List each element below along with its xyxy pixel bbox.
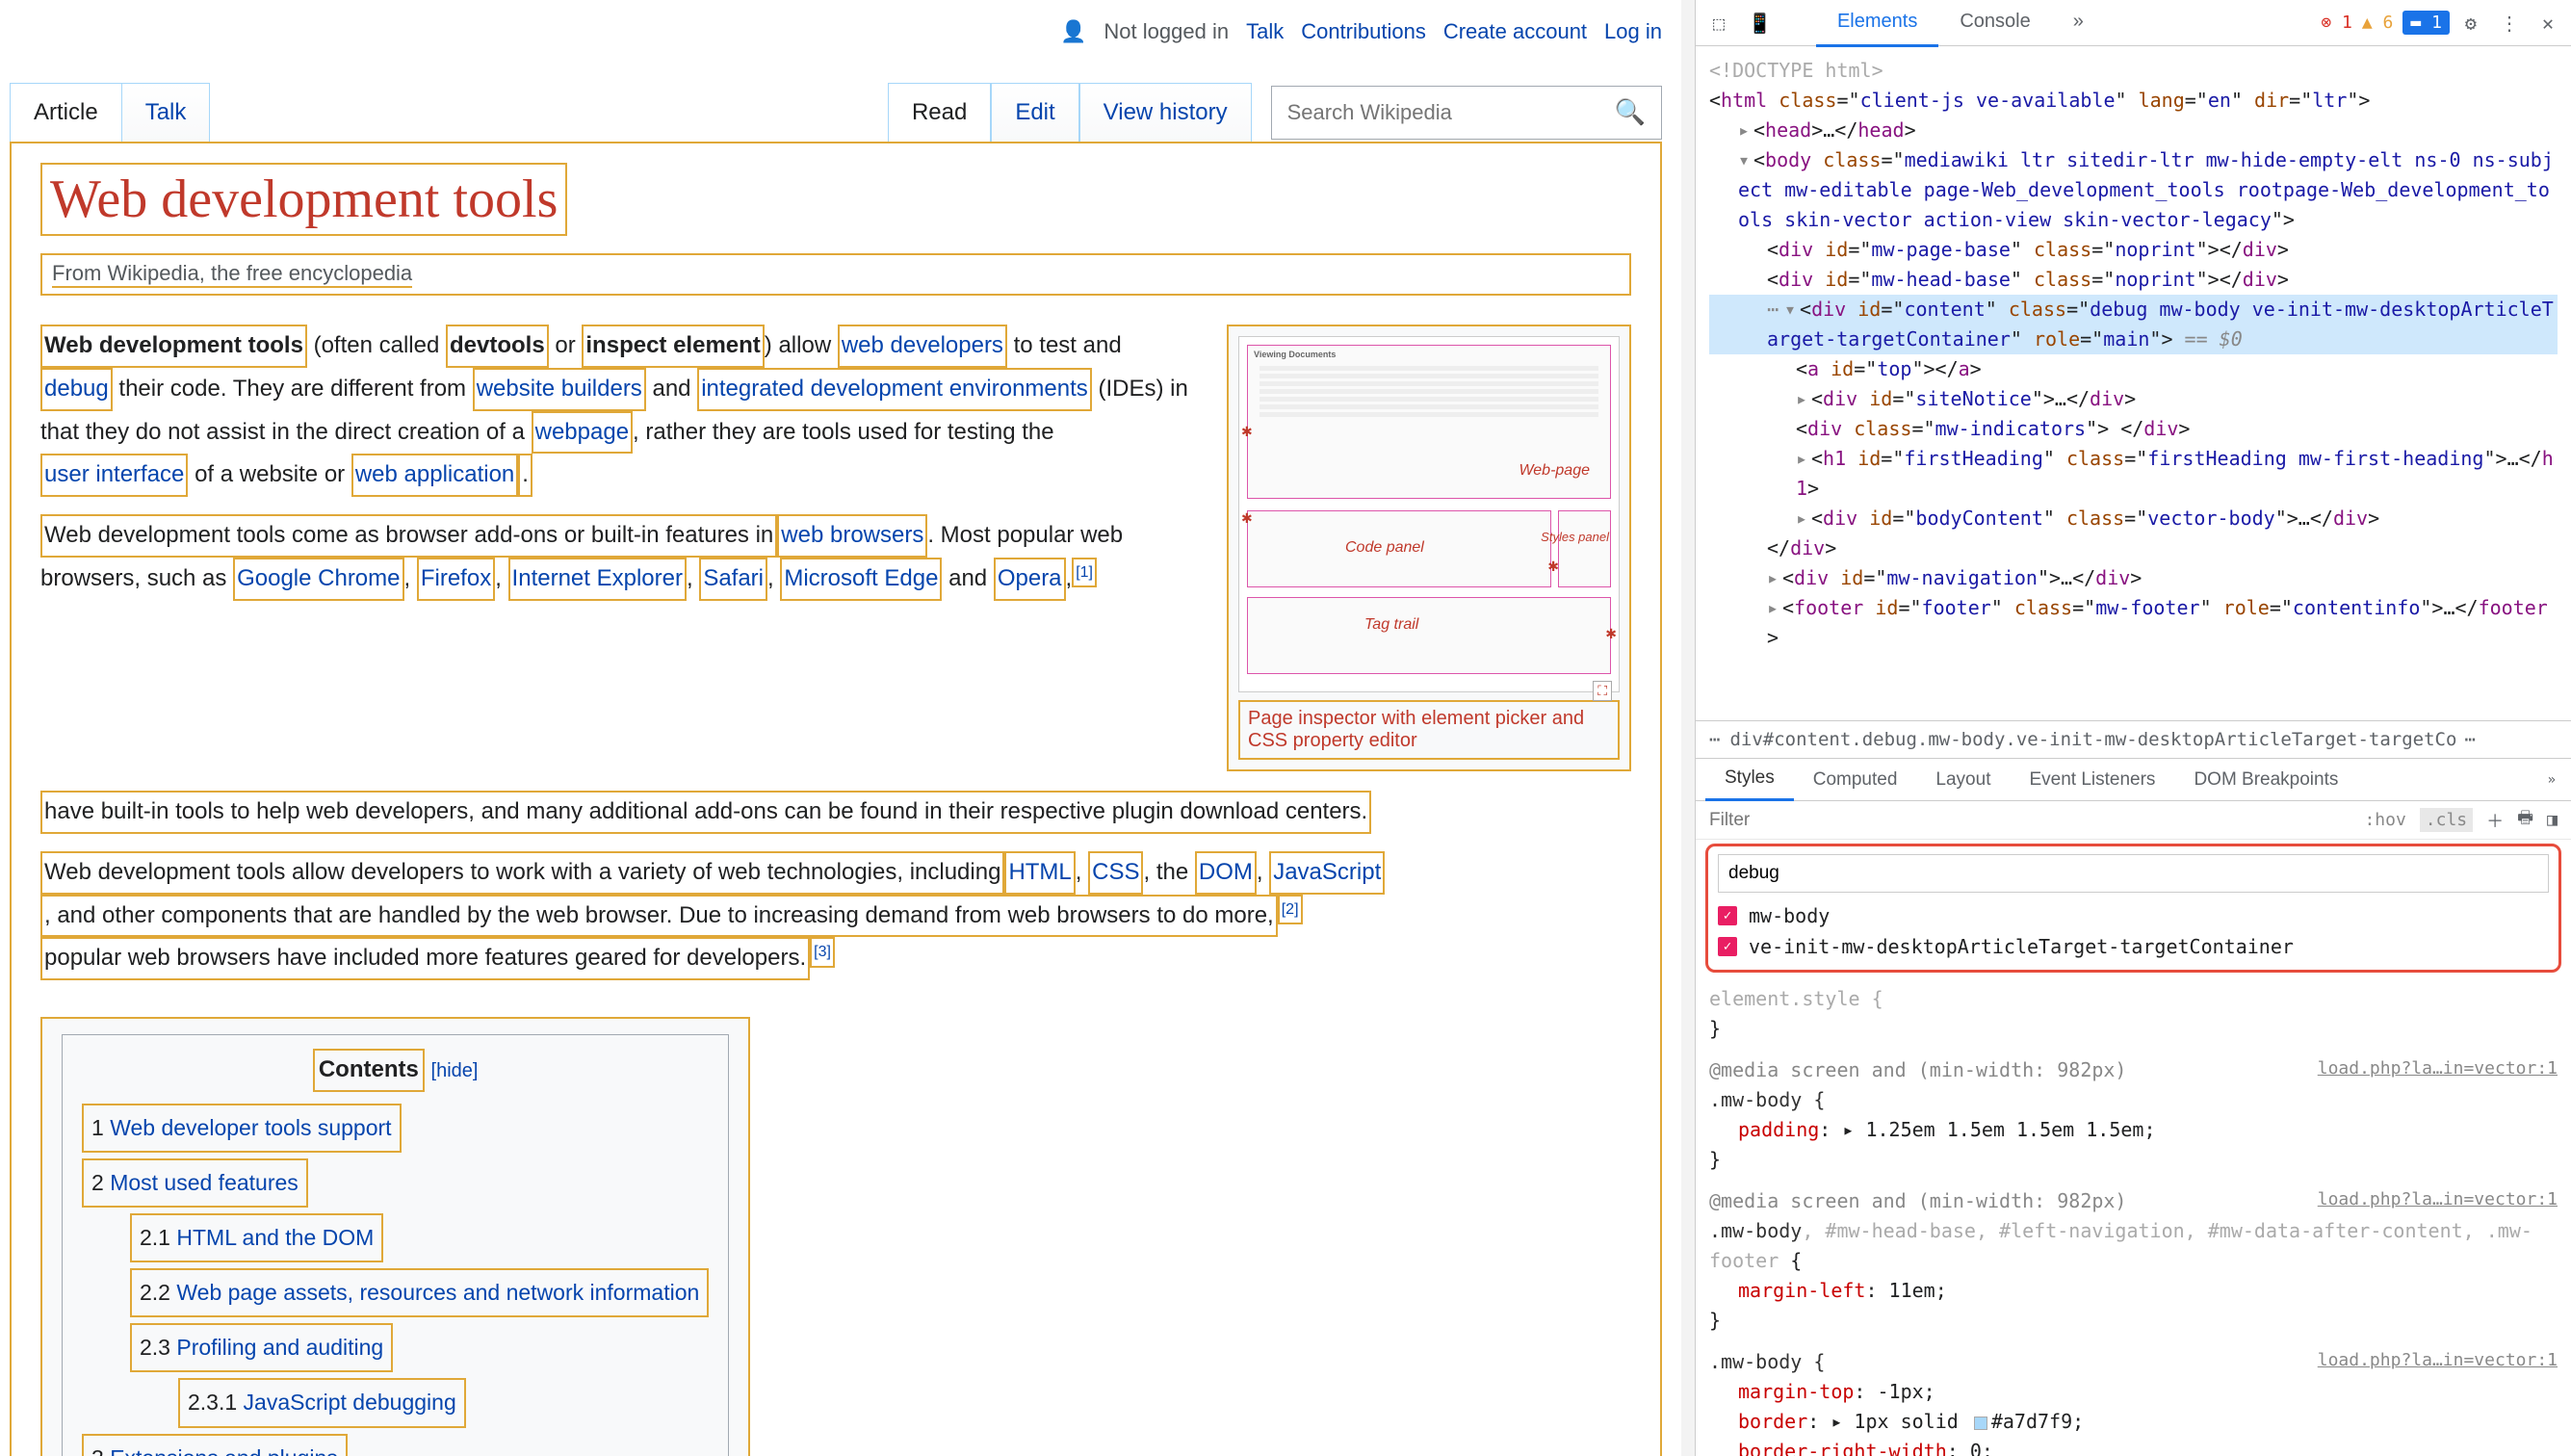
styles-filter-row: :hov .cls ＋ 🖶 ◨ bbox=[1696, 801, 2571, 840]
dom-head-base[interactable]: <div id="mw-head-base" class="noprint"><… bbox=[1709, 265, 2558, 295]
not-logged-in-text: Not logged in bbox=[1104, 19, 1229, 44]
toc-hide-link[interactable]: [hide] bbox=[431, 1060, 479, 1081]
toggle-pane-icon[interactable]: ◨ bbox=[2547, 810, 2558, 830]
device-toggle-icon[interactable]: 📱 bbox=[1740, 6, 1779, 40]
styles-tab-events[interactable]: Event Listeners bbox=[2010, 760, 2174, 800]
styles-tab-more-icon[interactable]: » bbox=[2542, 767, 2561, 793]
expand-icon[interactable]: ⛶ bbox=[1593, 681, 1612, 701]
rule-mw-body-media[interactable]: load.php?la…in=vector:1 @media screen an… bbox=[1709, 1055, 2558, 1175]
user-icon: 👤 bbox=[1060, 19, 1086, 44]
infobox: Viewing Documents Web-page Code panel St… bbox=[1227, 325, 1631, 771]
toc-header: Contents [hide] bbox=[82, 1049, 709, 1092]
personal-link-create-account[interactable]: Create account bbox=[1443, 19, 1587, 44]
paragraph-3: Web development tools allow developers t… bbox=[40, 851, 1631, 980]
styles-tabs: Styles Computed Layout Event Listeners D… bbox=[1696, 759, 2571, 801]
personal-link-login[interactable]: Log in bbox=[1604, 19, 1662, 44]
toc: Contents [hide] 1 Web developer tools su… bbox=[40, 1017, 750, 1456]
tab-view-history[interactable]: View history bbox=[1079, 83, 1252, 142]
infobox-caption: ⛶ Page inspector with element picker and… bbox=[1238, 700, 1620, 760]
rule-mw-body-border[interactable]: load.php?la…in=vector:1 .mw-body { margi… bbox=[1709, 1347, 2558, 1456]
breadcrumb[interactable]: ⋯ div#content.debug.mw-body.ve-init-mw-d… bbox=[1696, 720, 2571, 759]
toc-item[interactable]: 3 Extensions and plugins bbox=[82, 1434, 348, 1456]
devtools-toolbar: ⬚ 📱 Elements Console » ⊗ 1 ▲ 6 ▬ 1 ⚙ ⋮ ✕ bbox=[1696, 0, 2571, 46]
personal-link-talk[interactable]: Talk bbox=[1246, 19, 1284, 44]
tab-talk[interactable]: Talk bbox=[122, 83, 211, 142]
devtools-panel: ⬚ 📱 Elements Console » ⊗ 1 ▲ 6 ▬ 1 ⚙ ⋮ ✕… bbox=[1695, 0, 2571, 1456]
rule-source-link[interactable]: load.php?la…in=vector:1 bbox=[2318, 1347, 2558, 1374]
dom-indicators[interactable]: <div class="mw-indicators"> </div> bbox=[1709, 414, 2558, 444]
devtools-tab-console[interactable]: Console bbox=[1938, 0, 2051, 47]
article-content: Web development tools From Wikipedia, th… bbox=[10, 142, 1662, 1456]
dom-html[interactable]: <html class="client-js ve-available" lan… bbox=[1709, 86, 2558, 116]
dom-doctype[interactable]: <!DOCTYPE html> bbox=[1709, 56, 2558, 86]
rule-source-link[interactable]: load.php?la…in=vector:1 bbox=[2318, 1055, 2558, 1082]
styles-tab-computed[interactable]: Computed bbox=[1794, 760, 1917, 800]
toc-item[interactable]: 2.2 Web page assets, resources and netwo… bbox=[130, 1268, 709, 1317]
inspect-element-icon[interactable]: ⬚ bbox=[1705, 6, 1732, 40]
dom-body[interactable]: ▾<body class="mediawiki ltr sitedir-ltr … bbox=[1709, 145, 2558, 235]
search-input[interactable] bbox=[1272, 87, 1599, 139]
page-title: Web development tools bbox=[40, 163, 567, 236]
rule-source-link[interactable]: load.php?la…in=vector:1 bbox=[2318, 1186, 2558, 1213]
tagline: From Wikipedia, the free encyclopedia bbox=[40, 253, 1631, 296]
tab-article[interactable]: Article bbox=[10, 83, 122, 142]
page-tabs-row: Article Talk Read Edit View history 🔍 bbox=[10, 83, 1662, 142]
class-editor-panel: ✓ mw-body ✓ ve-init-mw-desktopArticleTar… bbox=[1705, 844, 2561, 973]
dom-head[interactable]: ▸<head>…</head> bbox=[1709, 116, 2558, 145]
class-editor-input[interactable] bbox=[1718, 854, 2549, 893]
dom-bodycontent[interactable]: ▸<div id="bodyContent" class="vector-bod… bbox=[1709, 504, 2558, 533]
search-icon: 🔍 bbox=[1615, 97, 1646, 126]
dom-h1[interactable]: ▸<h1 id="firstHeading" class="firstHeadi… bbox=[1709, 444, 2558, 504]
cls-toggle[interactable]: .cls bbox=[2420, 808, 2473, 832]
dom-content-close[interactable]: </div> bbox=[1709, 533, 2558, 563]
styles-filter-input[interactable] bbox=[1709, 810, 2350, 831]
toc-item[interactable]: 2.3 Profiling and auditing bbox=[130, 1323, 393, 1372]
personal-link-contributions[interactable]: Contributions bbox=[1301, 19, 1426, 44]
class-item-ve-init[interactable]: ✓ ve-init-mw-desktopArticleTarget-target… bbox=[1718, 931, 2549, 962]
toc-item[interactable]: 2.3.1 JavaScript debugging bbox=[178, 1378, 466, 1427]
devtools-tab-more[interactable]: » bbox=[2052, 0, 2105, 47]
toc-item[interactable]: 2 Most used features bbox=[82, 1158, 308, 1208]
styles-tab-styles[interactable]: Styles bbox=[1705, 758, 1794, 801]
styles-tab-dom-bp[interactable]: DOM Breakpoints bbox=[2174, 760, 2357, 800]
rule-margin-left[interactable]: load.php?la…in=vector:1 @media screen an… bbox=[1709, 1186, 2558, 1336]
dom-page-base[interactable]: <div id="mw-page-base" class="noprint"><… bbox=[1709, 235, 2558, 265]
personal-bar: 👤 Not logged in Talk Contributions Creat… bbox=[10, 0, 1662, 54]
dom-content-selected[interactable]: ⋯▾<div id="content" class="debug mw-body… bbox=[1709, 295, 2558, 354]
dom-navigation[interactable]: ▸<div id="mw-navigation">…</div> bbox=[1709, 563, 2558, 593]
devtools-tab-elements[interactable]: Elements bbox=[1816, 0, 1938, 47]
class-item-mw-body[interactable]: ✓ mw-body bbox=[1718, 900, 2549, 931]
tab-edit[interactable]: Edit bbox=[991, 83, 1078, 142]
search-button[interactable]: 🔍 bbox=[1599, 88, 1661, 137]
devtools-badges: ⊗ 1 ▲ 6 ▬ 1 bbox=[2321, 11, 2450, 35]
checkbox-icon[interactable]: ✓ bbox=[1718, 906, 1737, 925]
error-badge[interactable]: ⊗ 1 bbox=[2321, 13, 2352, 33]
rule-element-style[interactable]: element.style { } bbox=[1709, 984, 2558, 1044]
infobox-image[interactable]: Viewing Documents Web-page Code panel St… bbox=[1238, 336, 1620, 692]
toc-item[interactable]: 1 Web developer tools support bbox=[82, 1104, 402, 1153]
warning-badge[interactable]: ▲ 6 bbox=[2362, 13, 2394, 33]
dom-sitenotice[interactable]: ▸<div id="siteNotice">…</div> bbox=[1709, 384, 2558, 414]
styles-rules[interactable]: element.style { } load.php?la…in=vector:… bbox=[1696, 976, 2571, 1456]
more-menu-icon[interactable]: ⋮ bbox=[2492, 6, 2527, 40]
tab-read[interactable]: Read bbox=[888, 83, 991, 142]
wikipedia-page: 👤 Not logged in Talk Contributions Creat… bbox=[0, 0, 1695, 1456]
checkbox-icon[interactable]: ✓ bbox=[1718, 937, 1737, 956]
search-box: 🔍 bbox=[1271, 86, 1662, 140]
info-badge[interactable]: ▬ 1 bbox=[2402, 11, 2450, 35]
dom-top-anchor[interactable]: <a id="top"></a> bbox=[1709, 354, 2558, 384]
hov-toggle[interactable]: :hov bbox=[2364, 810, 2405, 830]
settings-icon[interactable]: ⚙ bbox=[2457, 6, 2484, 40]
dom-tree[interactable]: <!DOCTYPE html> <html class="client-js v… bbox=[1696, 46, 2571, 720]
print-icon[interactable]: 🖶 bbox=[2517, 806, 2533, 835]
styles-tab-layout[interactable]: Layout bbox=[1916, 760, 2010, 800]
dom-footer[interactable]: ▸<footer id="footer" class="mw-footer" r… bbox=[1709, 593, 2558, 653]
new-rule-icon[interactable]: ＋ bbox=[2486, 808, 2504, 833]
toc-item[interactable]: 2.1 HTML and the DOM bbox=[130, 1213, 383, 1262]
close-icon[interactable]: ✕ bbox=[2534, 6, 2561, 40]
